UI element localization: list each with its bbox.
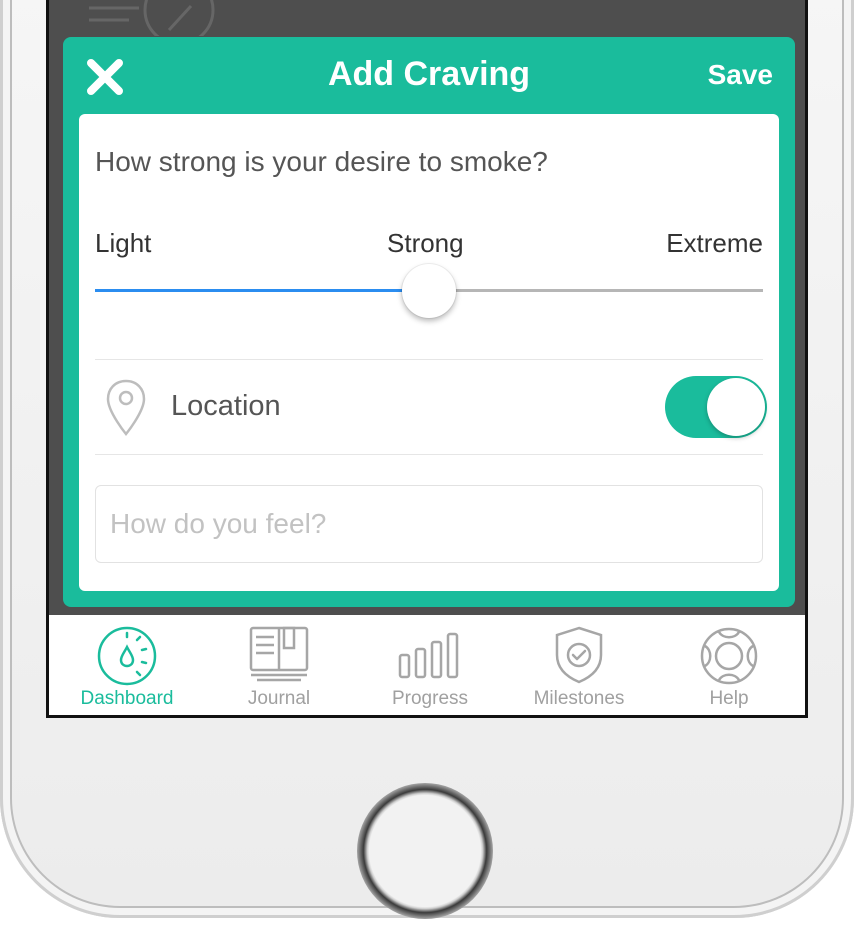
tab-label: Milestones [533, 688, 625, 709]
intensity-label-light: Light [95, 228, 152, 258]
location-toggle[interactable] [665, 376, 767, 438]
toggle-knob[interactable] [707, 378, 765, 436]
tab-dashboard[interactable]: Dashboard [51, 615, 203, 715]
background-dashboard-icon [89, 0, 215, 36]
intensity-label-strong: Strong [387, 228, 464, 258]
tab-label: Journal [247, 688, 311, 709]
dashboard-gauge-icon [97, 626, 157, 686]
intensity-slider[interactable] [95, 264, 763, 318]
slider-track-fill [95, 289, 429, 292]
craving-question: How strong is your desire to smoke? [95, 146, 548, 177]
feelings-input[interactable] [95, 485, 763, 563]
tab-label: Help [709, 688, 749, 709]
tab-label: Progress [391, 688, 469, 709]
home-button[interactable] [357, 783, 493, 919]
tab-label: Dashboard [80, 688, 174, 709]
tab-progress[interactable]: Progress [354, 615, 506, 715]
slider-thumb[interactable] [402, 264, 456, 318]
save-button[interactable]: Save [708, 59, 773, 91]
modal-title: Add Craving [327, 55, 531, 93]
lifebuoy-icon [700, 627, 758, 685]
divider [95, 359, 763, 360]
tab-journal[interactable]: Journal [203, 615, 355, 715]
location-label: Location [171, 390, 281, 422]
shield-check-icon [555, 626, 603, 684]
add-craving-modal: Add Craving Save How strong is your desi… [63, 37, 795, 607]
divider [95, 454, 763, 455]
progress-bars-icon [398, 632, 459, 679]
bottom-tab-bar: Dashboard Journal Progress Milestones He… [49, 615, 805, 715]
journal-book-icon [249, 626, 309, 682]
app-screen: Add Craving Save How strong is your desi… [46, 0, 808, 718]
intensity-label-extreme: Extreme [666, 228, 763, 258]
tab-milestones[interactable]: Milestones [503, 615, 655, 715]
location-pin-icon [106, 379, 146, 436]
craving-form-card: How strong is your desire to smoke? Ligh… [79, 114, 779, 591]
tab-help[interactable]: Help [653, 615, 805, 715]
